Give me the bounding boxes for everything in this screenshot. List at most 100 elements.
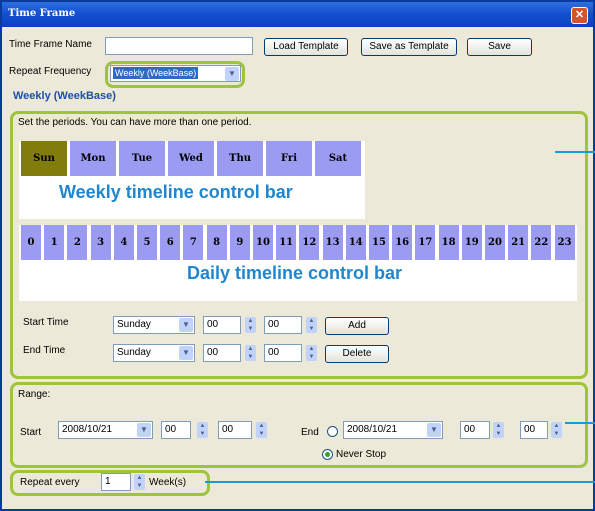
save-button[interactable]: Save (467, 38, 532, 56)
time-frame-name-label: Time Frame Name (9, 39, 92, 50)
start-minute-spinner-icon[interactable]: ▲ ▼ (306, 317, 317, 333)
range-start-date-picker[interactable]: 2008/10/21 ▼ (58, 421, 153, 439)
hour-cell[interactable]: 22 (531, 225, 552, 260)
range-start-hour-value: 00 (165, 424, 177, 435)
repeat-every-unit: Week(s) (149, 477, 187, 488)
repeat-every-value: 1 (105, 476, 111, 487)
start-time-label: Start Time (23, 317, 69, 328)
hour-cell[interactable]: 6 (160, 225, 181, 260)
start-day-select[interactable]: Sunday ▼ (113, 316, 195, 334)
range-start-minute-value: 00 (222, 424, 234, 435)
end-minute-input[interactable]: 00 (264, 344, 302, 362)
range-start-label: Start (20, 427, 42, 438)
day-sat[interactable]: Sat (315, 141, 361, 176)
repeat-frequency-value: Weekly (WeekBase) (113, 67, 199, 79)
hour-cell[interactable]: 21 (508, 225, 529, 260)
weekly-section-title: Weekly (WeekBase) (13, 90, 116, 102)
hour-cell[interactable]: 8 (206, 225, 227, 260)
chevron-down-icon[interactable]: ▼ (137, 423, 151, 437)
day-mon[interactable]: Mon (70, 141, 116, 176)
hour-cell[interactable]: 17 (415, 225, 436, 260)
hour-cell[interactable]: 4 (113, 225, 134, 260)
range-label: Range: (18, 389, 51, 400)
range-end-minute-value: 00 (524, 424, 536, 435)
day-sun[interactable]: Sun (21, 141, 67, 176)
day-thu[interactable]: Thu (217, 141, 263, 176)
hour-cell[interactable]: 11 (276, 225, 297, 260)
title-bar[interactable]: Time Frame ✕ (2, 2, 593, 27)
end-hour-value: 00 (207, 347, 219, 358)
range-end-minute-spinner-icon[interactable]: ▲ ▼ (551, 422, 562, 438)
hour-cell[interactable]: 19 (461, 225, 482, 260)
hour-cell[interactable]: 2 (67, 225, 88, 260)
hour-cell[interactable]: 18 (438, 225, 459, 260)
range-start-minute-input[interactable]: 00 (218, 421, 252, 439)
hour-cells: 0 1 2 3 4 5 6 7 8 9 10 11 12 13 14 15 16 17 18 19 20 21 22 23 (19, 225, 577, 260)
add-button[interactable]: Add (325, 317, 389, 335)
range-end-minute-input[interactable]: 00 (520, 421, 548, 439)
end-hour-spinner-icon[interactable]: ▲ ▼ (245, 345, 256, 361)
dialog-body: Time Frame Name Load Template Save as Te… (2, 27, 593, 509)
repeat-panel-callout-line (205, 481, 595, 483)
hour-cell[interactable]: 16 (392, 225, 413, 260)
range-end-hour-value: 00 (464, 424, 476, 435)
end-day-select[interactable]: Sunday ▼ (113, 344, 195, 362)
start-day-value: Sunday (117, 319, 151, 330)
start-hour-input[interactable]: 00 (203, 316, 241, 334)
range-end-hour-spinner-icon[interactable]: ▲ ▼ (493, 422, 504, 438)
weekly-panel-callout-line (555, 151, 595, 153)
range-end-hour-input[interactable]: 00 (460, 421, 490, 439)
range-end-date-radio[interactable] (327, 426, 338, 437)
instruction-text: Set the periods. You can have more than … (18, 117, 252, 128)
end-minute-value: 00 (268, 347, 280, 358)
chevron-down-icon[interactable]: ▼ (427, 423, 441, 437)
daily-timeline-bar[interactable]: 0 1 2 3 4 5 6 7 8 9 10 11 12 13 14 15 16 17 18 19 20 21 22 23 D… (19, 225, 577, 301)
range-start-hour-spinner-icon[interactable]: ▲ ▼ (197, 422, 208, 438)
end-minute-spinner-icon[interactable]: ▲ ▼ (306, 345, 317, 361)
never-stop-radio[interactable] (322, 449, 333, 460)
weekly-timeline-bar[interactable]: Sun Mon Tue Wed Thu Fri Sat Weekly timel… (19, 141, 365, 219)
range-end-date-picker[interactable]: 2008/10/21 ▼ (343, 421, 443, 439)
range-end-label: End (301, 427, 319, 438)
chevron-down-icon[interactable]: ▼ (179, 346, 193, 360)
hour-cell[interactable]: 23 (554, 225, 575, 260)
load-template-button[interactable]: Load Template (264, 38, 348, 56)
window-title: Time Frame (8, 8, 76, 19)
repeat-frequency-select[interactable]: Weekly (WeekBase) ▼ (110, 65, 241, 82)
save-as-template-button[interactable]: Save as Template (361, 38, 457, 56)
delete-button[interactable]: Delete (325, 345, 389, 363)
hour-cell[interactable]: 15 (369, 225, 389, 260)
chevron-down-icon[interactable]: ▼ (225, 67, 239, 81)
hour-cell[interactable]: 3 (90, 225, 111, 260)
start-minute-value: 00 (268, 319, 280, 330)
hour-cell[interactable]: 1 (44, 225, 65, 260)
repeat-every-spinner-icon[interactable]: ▲ ▼ (134, 474, 145, 490)
range-start-hour-input[interactable]: 00 (161, 421, 191, 439)
end-hour-input[interactable]: 00 (203, 344, 241, 362)
start-hour-spinner-icon[interactable]: ▲ ▼ (245, 317, 256, 333)
repeat-every-input[interactable]: 1 (101, 473, 131, 491)
hour-cell[interactable]: 10 (253, 225, 273, 260)
time-frame-name-input[interactable] (105, 37, 253, 55)
range-start-date-value: 2008/10/21 (62, 424, 113, 435)
hour-cell[interactable]: 0 (21, 225, 41, 260)
day-tue[interactable]: Tue (119, 141, 165, 176)
start-minute-input[interactable]: 00 (264, 316, 302, 334)
repeat-frequency-label: Repeat Frequency (9, 66, 92, 77)
time-frame-window: Time Frame ✕ Time Frame Name Load Templa… (0, 0, 595, 511)
hour-cell[interactable]: 7 (183, 225, 204, 260)
end-day-value: Sunday (117, 347, 151, 358)
never-stop-label: Never Stop (336, 449, 387, 460)
start-hour-value: 00 (207, 319, 219, 330)
hour-cell[interactable]: 14 (345, 225, 366, 260)
range-start-minute-spinner-icon[interactable]: ▲ ▼ (256, 422, 267, 438)
close-icon[interactable]: ✕ (571, 7, 588, 24)
chevron-down-icon[interactable]: ▼ (179, 318, 193, 332)
hour-cell[interactable]: 12 (299, 225, 320, 260)
hour-cell[interactable]: 13 (322, 225, 343, 260)
day-wed[interactable]: Wed (168, 141, 214, 176)
hour-cell[interactable]: 5 (137, 225, 157, 260)
day-fri[interactable]: Fri (266, 141, 312, 176)
hour-cell[interactable]: 9 (229, 225, 250, 260)
hour-cell[interactable]: 20 (485, 225, 505, 260)
